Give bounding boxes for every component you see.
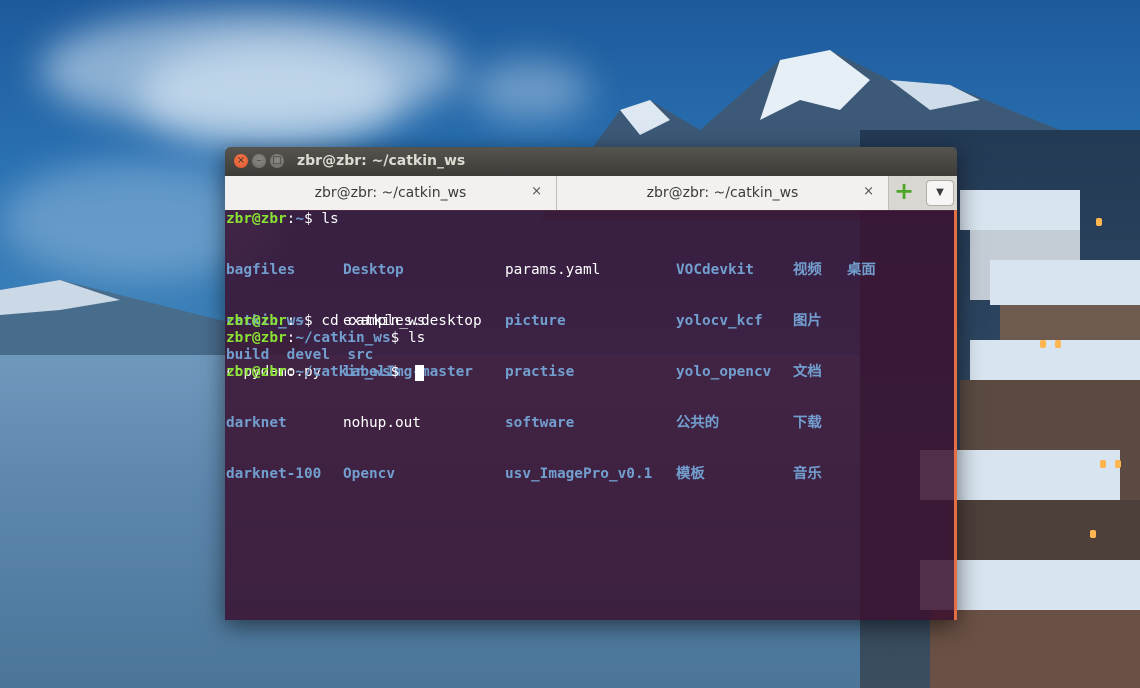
list-item: 下载 (793, 415, 822, 431)
prompt-user-host: zbr@zbr (226, 330, 287, 346)
list-item: devel (286, 347, 330, 363)
tab-close-icon[interactable]: × (531, 184, 542, 199)
prompt-path: ~ (295, 211, 304, 227)
prompt-path: ~/catkin_ws (295, 330, 391, 346)
list-item: 音乐 (793, 466, 822, 482)
command-text: ls (312, 211, 339, 227)
tab-label: zbr@zbr: ~/catkin_ws (646, 185, 799, 201)
tab-label: zbr@zbr: ~/catkin_ws (314, 185, 467, 201)
text-cursor (415, 365, 424, 381)
list-item: VOCdevkit (676, 262, 754, 278)
maximize-icon: □ (272, 155, 282, 166)
ls-column-3: params.yaml picture practise software us… (505, 228, 652, 517)
list-item: bagfiles (226, 262, 296, 278)
list-item: usv_ImagePro_v0.1 (505, 466, 653, 482)
tab-1[interactable]: zbr@zbr: ~/catkin_ws × (225, 176, 557, 210)
list-item: nohup.out (343, 415, 421, 431)
minimize-icon: – (256, 155, 262, 166)
list-item: practise (505, 364, 575, 380)
plus-icon: + (893, 177, 915, 205)
ls-column-4: VOCdevkit yolocv_kcf yolo_opencv 公共的 模板 (676, 228, 771, 517)
list-item: Desktop (343, 262, 404, 278)
maximize-window-button[interactable]: □ (270, 154, 284, 168)
list-item: src (347, 347, 374, 363)
list-item: 桌面 (847, 262, 876, 278)
prompt-line: zbr@zbr:~$ ls (226, 211, 339, 227)
tab-close-icon[interactable]: × (863, 184, 874, 199)
prompt-user-host: zbr@zbr (226, 364, 287, 380)
list-item: yolo_opencv (676, 364, 772, 380)
close-window-button[interactable]: × (234, 154, 248, 168)
list-item: darknet (226, 415, 287, 431)
ls-column-5: 视频 图片 文档 下载 音乐 (793, 228, 822, 517)
ls-output-line: build devel src (226, 347, 373, 364)
list-item: picture (505, 313, 566, 329)
prompt-path: ~ (295, 313, 304, 329)
list-item: software (505, 415, 575, 431)
prompt-path: ~/catkin_ws (295, 364, 391, 380)
terminal-output[interactable]: zbr@zbr:~$ ls bagfiles catkin_ws copydem… (225, 210, 957, 620)
list-item: params.yaml (505, 262, 601, 278)
list-item: darknet-100 (226, 466, 322, 482)
list-item: build (226, 347, 270, 363)
list-item: yolocv_kcf (676, 313, 763, 329)
minimize-window-button[interactable]: – (252, 154, 266, 168)
command-text: ls (399, 330, 426, 346)
tab-2[interactable]: zbr@zbr: ~/catkin_ws × (557, 176, 889, 210)
command-text: cd catkin_ws (312, 313, 426, 329)
chevron-down-icon: ▼ (936, 187, 944, 198)
list-item: 视频 (793, 262, 822, 278)
ls-column-6: 桌面 (847, 228, 876, 313)
current-prompt-line: zbr@zbr:~/catkin_ws$ (226, 364, 400, 380)
new-tab-button[interactable]: + (892, 177, 916, 205)
window-titlebar[interactable]: × – □ zbr@zbr: ~/catkin_ws (225, 147, 957, 176)
list-item: 模板 (676, 466, 705, 482)
list-item: Opencv (343, 466, 395, 482)
terminal-window[interactable]: × – □ zbr@zbr: ~/catkin_ws zbr@zbr: ~/ca… (225, 147, 957, 620)
prompt-line: zbr@zbr:~$ cd catkin_ws (226, 313, 426, 329)
prompt-user-host: zbr@zbr (226, 313, 287, 329)
list-item: 公共的 (676, 415, 720, 431)
list-item: 图片 (793, 313, 822, 329)
tab-bar: zbr@zbr: ~/catkin_ws × zbr@zbr: ~/catkin… (225, 176, 957, 211)
list-item: 文档 (793, 364, 822, 380)
tab-menu-button[interactable]: ▼ (926, 180, 954, 206)
close-icon: × (236, 155, 246, 166)
prompt-user-host: zbr@zbr (226, 211, 287, 227)
window-title: zbr@zbr: ~/catkin_ws (297, 153, 466, 169)
prompt-line: zbr@zbr:~/catkin_ws$ ls (226, 330, 426, 346)
